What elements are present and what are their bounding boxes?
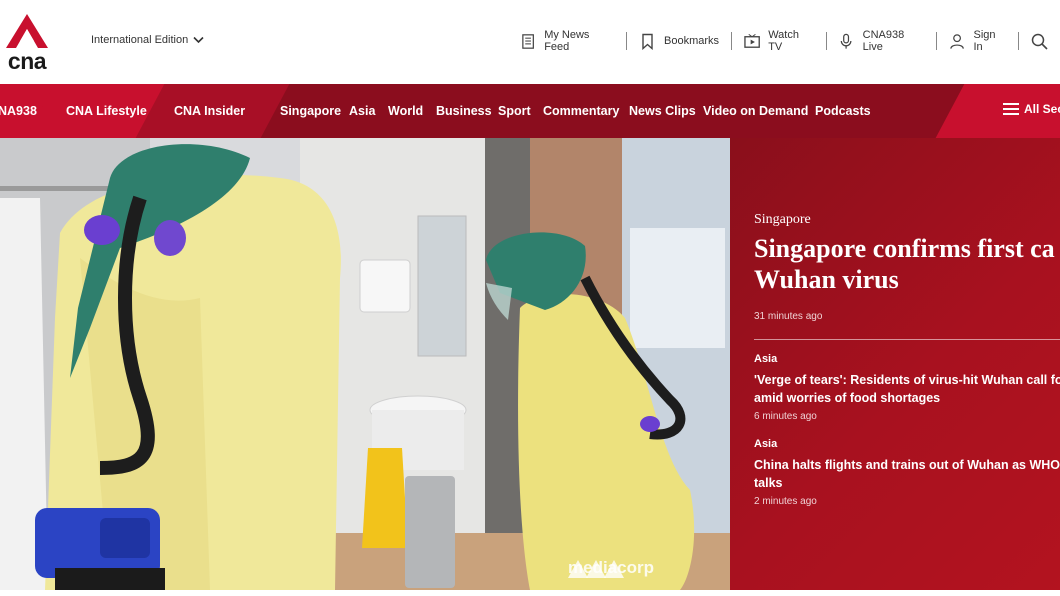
watch-tv-link[interactable]: Watch TV [732, 29, 826, 53]
nav-link-cna-insider[interactable]: CNA Insider [174, 104, 245, 118]
hamburger-menu-icon [1003, 103, 1019, 115]
nav-link-cna938[interactable]: NA938 [0, 104, 37, 118]
my-news-feed-link[interactable]: My News Feed [508, 29, 626, 53]
lead-story-title[interactable]: Singapore confirms first ca Wuhan virus [754, 233, 1060, 295]
microphone-icon [841, 33, 852, 49]
nav-link-podcasts[interactable]: Podcasts [815, 104, 871, 118]
nav-link-video-on-demand[interactable]: Video on Demand [703, 104, 808, 118]
search-button[interactable] [1019, 30, 1060, 52]
top-utility-nav: My News Feed Bookmarks Watch TV CNA938 L… [508, 28, 1060, 54]
story-time: 6 minutes ago [754, 411, 817, 422]
search-icon [1031, 33, 1048, 50]
story-time: 2 minutes ago [754, 496, 817, 507]
edition-selector[interactable]: International Edition [91, 34, 204, 46]
story-title-line1: China halts flights and trains out of Wu… [754, 458, 1060, 472]
story-item[interactable]: Asia China halts flights and trains out … [754, 438, 1060, 507]
sign-in-link[interactable]: Sign In [937, 29, 1018, 53]
logo-text: cna [7, 48, 47, 74]
story-title[interactable]: China halts flights and trains out of Wu… [754, 456, 1060, 492]
mediacorp-watermark: mediacorp [568, 558, 654, 578]
story-category[interactable]: Asia [754, 438, 1060, 450]
story-title-line2: talks [754, 476, 783, 490]
nav-link-business[interactable]: Business [436, 104, 492, 118]
nav-link-singapore[interactable]: Singapore [280, 104, 341, 118]
cna-logo[interactable]: cna [4, 12, 50, 74]
edition-label: International Edition [91, 34, 189, 46]
sign-in-label: Sign In [973, 29, 996, 53]
nav-link-asia[interactable]: Asia [349, 104, 375, 118]
logo-mark-icon [6, 14, 48, 48]
chevron-down-icon [193, 36, 204, 44]
all-sections-label: All Sect [1024, 102, 1060, 116]
site-header: cna International Edition My News Feed B… [0, 0, 1060, 84]
watch-tv-label: Watch TV [768, 29, 799, 53]
cna938-live-link[interactable]: CNA938 Live [826, 29, 936, 53]
tv-play-icon [744, 33, 760, 48]
news-feed-icon [522, 33, 534, 49]
story-title[interactable]: 'Verge of tears': Residents of virus-hit… [754, 371, 1060, 407]
nav-link-world[interactable]: World [388, 104, 423, 118]
lead-story-category[interactable]: Singapore [754, 212, 811, 228]
hero-image[interactable]: mediacorp [0, 138, 730, 590]
user-icon [950, 33, 965, 49]
page-bottom-edge [0, 590, 1060, 596]
all-sections-button[interactable]: All Sect [1002, 102, 1060, 116]
mediacorp-logo-icon [568, 560, 624, 578]
divider [754, 339, 1060, 340]
story-title-line2: amid worries of food shortages [754, 391, 941, 405]
lead-story-time: 31 minutes ago [754, 311, 823, 322]
nav-link-news-clips[interactable]: News Clips [629, 104, 696, 118]
bookmarks-link[interactable]: Bookmarks [627, 30, 731, 52]
story-item[interactable]: Asia 'Verge of tears': Residents of viru… [754, 353, 1060, 422]
nav-link-commentary[interactable]: Commentary [543, 104, 619, 118]
bookmarks-label: Bookmarks [664, 35, 720, 47]
main-nav-bar: NA938 CNA Lifestyle CNA Insider Singapor… [0, 84, 1060, 138]
lead-story-title-line1: Singapore confirms first ca [754, 234, 1055, 263]
hero-photo-illustration [0, 138, 730, 590]
nav-link-sport[interactable]: Sport [498, 104, 531, 118]
headline-panel: Singapore Singapore confirms first ca Wu… [730, 138, 1060, 590]
lead-story-title-line2: Wuhan virus [754, 265, 899, 294]
cna938-live-label: CNA938 Live [862, 29, 905, 53]
bookmark-icon [642, 33, 653, 50]
story-category[interactable]: Asia [754, 353, 1060, 365]
my-news-feed-label: My News Feed [544, 29, 590, 53]
story-title-line1: 'Verge of tears': Residents of virus-hit… [754, 373, 1060, 387]
nav-link-cna-lifestyle[interactable]: CNA Lifestyle [66, 104, 147, 118]
